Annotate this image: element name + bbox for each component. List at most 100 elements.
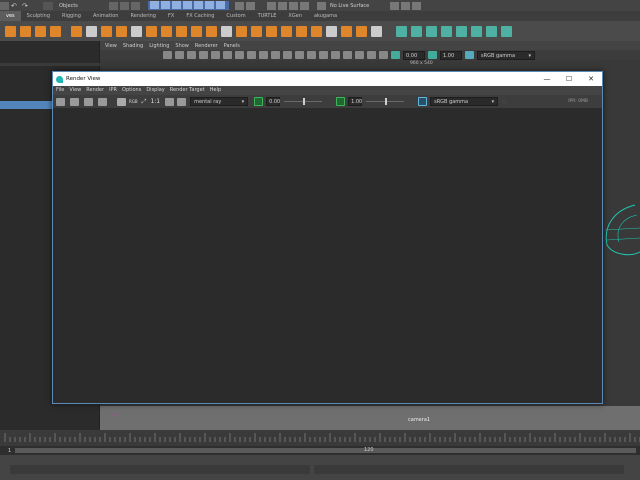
render-image-area[interactable] bbox=[53, 108, 602, 403]
render-view-menu-options[interactable]: Options bbox=[122, 86, 141, 95]
render-view-window[interactable]: Render View — ☐ ✕ File View Render IPR O… bbox=[52, 71, 603, 404]
range-slider-bar[interactable] bbox=[15, 448, 636, 453]
snap-curve-icon[interactable] bbox=[161, 1, 170, 9]
separate-icon[interactable] bbox=[161, 25, 172, 37]
exposure-icon[interactable] bbox=[391, 51, 400, 59]
shelf-tab[interactable]: FX bbox=[162, 11, 180, 21]
ipr-render-icon[interactable] bbox=[70, 97, 79, 106]
viewport-menu-item[interactable]: Panels bbox=[224, 43, 240, 49]
poly-cube-icon[interactable] bbox=[20, 25, 31, 37]
gamma-slider-knob[interactable] bbox=[385, 98, 388, 105]
gamma-slider[interactable] bbox=[366, 98, 405, 105]
uv-camera-icon[interactable] bbox=[456, 25, 467, 37]
lock-icon[interactable] bbox=[235, 1, 244, 10]
uv-planar-icon[interactable] bbox=[396, 25, 407, 37]
rgb-channel-button[interactable]: RGB bbox=[129, 99, 138, 104]
snap-surface-icon[interactable] bbox=[194, 1, 203, 9]
viewport-menu-item[interactable]: View bbox=[105, 43, 117, 49]
lights-icon[interactable] bbox=[223, 51, 232, 59]
exposure-slider[interactable] bbox=[284, 98, 323, 105]
xray-icon[interactable] bbox=[283, 51, 292, 59]
aa-icon[interactable] bbox=[259, 51, 268, 59]
color-space-dropdown[interactable]: sRGB gamma ▾ bbox=[430, 97, 499, 106]
exposure-icon[interactable] bbox=[254, 97, 264, 106]
gamma-icon[interactable] bbox=[428, 51, 437, 59]
shelf-tab[interactable]: Rigging bbox=[56, 11, 87, 21]
command-input[interactable] bbox=[10, 464, 310, 474]
clapper-icon[interactable] bbox=[117, 97, 126, 106]
safe-title-icon[interactable] bbox=[379, 51, 388, 59]
extract-icon[interactable] bbox=[176, 25, 187, 37]
snapshot-icon[interactable] bbox=[98, 97, 107, 106]
bevel-icon[interactable] bbox=[236, 25, 247, 37]
render-view-menu-render-target[interactable]: Render Target bbox=[170, 86, 205, 95]
minimize-button[interactable]: — bbox=[536, 72, 558, 86]
resolution-gate-icon[interactable] bbox=[319, 51, 328, 59]
viewport-exposure-field[interactable]: 0.00 bbox=[403, 50, 425, 60]
extrude-icon[interactable] bbox=[251, 25, 262, 37]
poly-torus-icon[interactable] bbox=[71, 25, 82, 37]
render-view-menu-render[interactable]: Render bbox=[86, 86, 104, 95]
ao-icon[interactable] bbox=[247, 51, 256, 59]
render-view-menu-view[interactable]: View bbox=[69, 86, 81, 95]
color-management-icon[interactable] bbox=[465, 51, 474, 59]
remove-image-icon[interactable] bbox=[177, 97, 187, 106]
viewport-color-space-dropdown[interactable]: sRGB gamma ▾ bbox=[477, 50, 535, 60]
snap-point-icon[interactable] bbox=[172, 1, 181, 9]
platonic-icon[interactable] bbox=[116, 25, 127, 37]
wireframe-icon[interactable] bbox=[187, 51, 196, 59]
bridge-icon[interactable] bbox=[266, 25, 277, 37]
mirror-icon[interactable] bbox=[221, 25, 232, 37]
gamma-field[interactable]: 1.00 bbox=[348, 97, 362, 106]
time-slider[interactable] bbox=[0, 430, 640, 446]
snap-vertex-icon[interactable] bbox=[205, 1, 214, 9]
snap-grid-icon[interactable] bbox=[150, 1, 159, 9]
smooth-shade-icon[interactable] bbox=[199, 51, 208, 59]
shelf-tab[interactable]: Custom bbox=[220, 11, 251, 21]
render-view-menu-file[interactable]: File bbox=[56, 86, 64, 95]
redo-render-icon[interactable] bbox=[56, 97, 65, 106]
selection-mode-dropdown[interactable] bbox=[43, 1, 53, 10]
uv-editor-icon[interactable] bbox=[501, 25, 512, 37]
symmetry-icon[interactable] bbox=[390, 1, 399, 10]
shelf-tab[interactable]: FX Caching bbox=[180, 11, 220, 21]
poly-cone-icon[interactable] bbox=[50, 25, 61, 37]
shelf-tab[interactable]: XGen bbox=[282, 11, 308, 21]
settings-icon[interactable] bbox=[412, 1, 421, 10]
exposure-field[interactable]: 0.00 bbox=[266, 97, 280, 106]
menu-icon[interactable] bbox=[0, 1, 9, 10]
live-surface-icon[interactable] bbox=[317, 1, 326, 10]
uv-spherical-icon[interactable] bbox=[426, 25, 437, 37]
exposure-slider-knob[interactable] bbox=[303, 98, 306, 105]
poly-sphere-icon[interactable] bbox=[5, 25, 16, 37]
poly-cylinder-icon[interactable] bbox=[35, 25, 46, 37]
hierarchy-icon[interactable] bbox=[109, 1, 118, 10]
center-pivot-icon[interactable] bbox=[371, 25, 382, 37]
viewport-menu-item[interactable]: Show bbox=[175, 43, 189, 49]
undo-icon[interactable]: ↶ bbox=[11, 2, 20, 10]
gate-mask-icon[interactable] bbox=[331, 51, 340, 59]
maximize-button[interactable]: ☐ bbox=[558, 72, 580, 86]
color-management-icon[interactable] bbox=[418, 97, 428, 106]
viewport-menu-item[interactable]: Lighting bbox=[149, 43, 169, 49]
render-region-icon[interactable] bbox=[84, 97, 93, 106]
gamma-icon[interactable] bbox=[336, 97, 346, 106]
backface-icon[interactable] bbox=[307, 51, 316, 59]
uv-cylindrical-icon[interactable] bbox=[411, 25, 422, 37]
display-icon[interactable]: ◌ bbox=[502, 99, 506, 105]
uv-unfold-icon[interactable] bbox=[471, 25, 482, 37]
ipr-icon[interactable] bbox=[278, 1, 287, 10]
render-view-menu-ipr[interactable]: IPR bbox=[109, 86, 117, 95]
append-icon[interactable] bbox=[281, 25, 292, 37]
merge-icon[interactable] bbox=[311, 25, 322, 37]
render-frame-icon[interactable] bbox=[267, 1, 276, 10]
render-view-menu-help[interactable]: Help bbox=[210, 86, 221, 95]
field-chart-icon[interactable] bbox=[355, 51, 364, 59]
fill-hole-icon[interactable] bbox=[296, 25, 307, 37]
uv-automatic-icon[interactable] bbox=[441, 25, 452, 37]
smooth-icon[interactable] bbox=[191, 25, 202, 37]
live-surface-label[interactable]: No Live Surface bbox=[330, 3, 390, 9]
camera-icon[interactable] bbox=[163, 51, 172, 59]
boolean-icon[interactable] bbox=[206, 25, 217, 37]
keep-image-icon[interactable] bbox=[165, 97, 175, 106]
